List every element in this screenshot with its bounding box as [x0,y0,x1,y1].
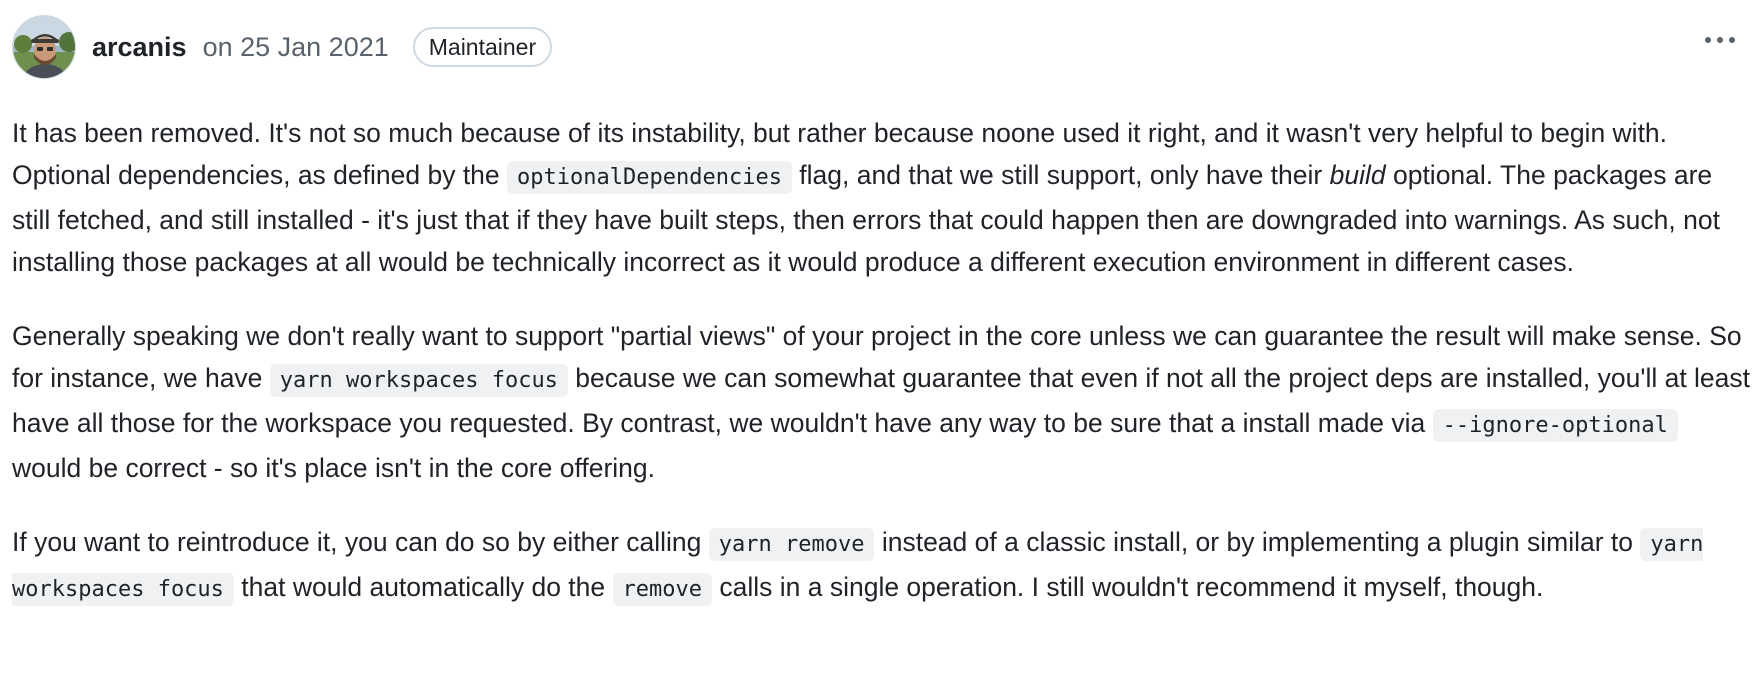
text-segment: calls in a single operation. I still wou… [712,572,1544,602]
more-options-button[interactable] [1700,24,1740,56]
emphasis-text: build [1329,160,1386,190]
inline-code: yarn remove [708,528,875,561]
comment-body: It has been removed. It's not so much be… [12,112,1752,643]
kebab-horizontal-icon [1705,37,1735,43]
inline-code: optionalDependencies [507,161,792,194]
user-avatar-icon [13,16,75,78]
text-segment: would be correct - so it's place isn't i… [12,453,656,483]
maintainer-badge: Maintainer [412,27,553,67]
inline-code: yarn workspaces focus [269,364,568,397]
text-segment: instead of a classic install, or by impl… [874,527,1641,557]
paragraph-3: If you want to reintroduce it, you can d… [12,521,1752,611]
text-segment: If you want to reintroduce it, you can d… [12,527,709,557]
inline-code: --ignore-optional [1432,409,1678,442]
comment: arcanis on 25 Jan 2021 Maintainer It has… [0,0,1760,698]
paragraph-2: Generally speaking we don't really want … [12,315,1752,489]
comment-header: arcanis on 25 Jan 2021 Maintainer [12,14,553,80]
paragraph-1: It has been removed. It's not so much be… [12,112,1752,283]
comment-date[interactable]: on 25 Jan 2021 [203,32,389,63]
text-segment: that would automatically do the [233,572,613,602]
text-segment: flag, and that we still support, only ha… [791,160,1330,190]
inline-code: remove [612,573,712,606]
author-name[interactable]: arcanis [92,32,187,63]
avatar[interactable] [12,15,76,79]
